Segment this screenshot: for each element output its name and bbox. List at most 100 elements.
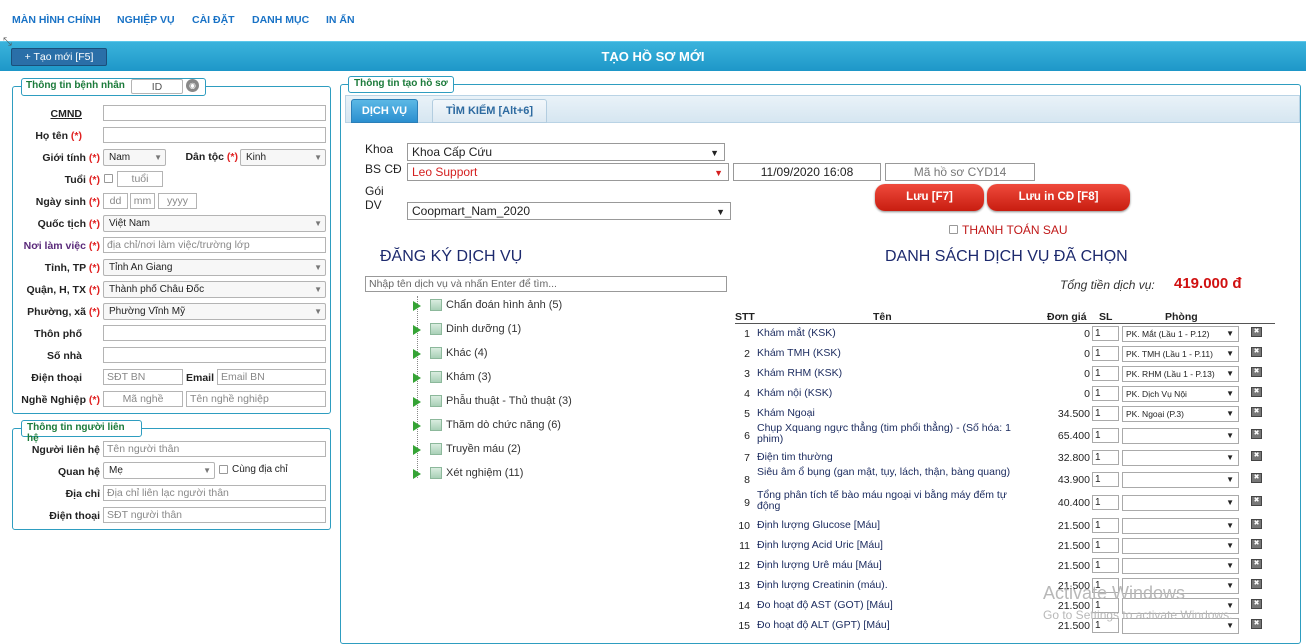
table-row: 2 Khám TMH (KSK) 0 1 PK. TMH (Lầu 1 - P.11) ▼… [735, 346, 1270, 368]
occupation-code-input[interactable]: Mã nghề [103, 391, 183, 407]
row-qty-input[interactable]: 1 [1092, 472, 1119, 487]
row-room-select[interactable]: ▼ [1122, 518, 1239, 534]
delete-icon[interactable]: ✖ [1251, 599, 1262, 609]
row-room-select[interactable]: ▼ [1122, 450, 1239, 466]
tab-services[interactable]: DỊCH VỤ [351, 99, 418, 123]
row-room-select[interactable]: ▼ [1122, 495, 1239, 511]
expand-icon[interactable] [413, 301, 421, 311]
menu-catalog[interactable]: DANH MỤC [252, 14, 309, 26]
hamlet-input[interactable] [103, 325, 326, 341]
delete-icon[interactable]: ✖ [1251, 367, 1262, 377]
contact-person-input[interactable]: Tên người thân [103, 441, 326, 457]
expand-icon[interactable] [413, 469, 421, 479]
row-room-select[interactable]: PK. RHM (Lầu 1 - P.13) ▼ [1122, 366, 1239, 382]
patient-id-field[interactable]: ID [131, 79, 183, 94]
workplace-input[interactable]: địa chỉ/nơi làm việc/trường lớp [103, 237, 326, 253]
expand-icon[interactable] [413, 445, 421, 455]
row-qty-input[interactable]: 1 [1092, 518, 1119, 533]
delete-icon[interactable]: ✖ [1251, 429, 1262, 439]
delete-icon[interactable]: ✖ [1251, 451, 1262, 461]
dob-month-input[interactable]: mm [130, 193, 155, 209]
delete-icon[interactable]: ✖ [1251, 496, 1262, 506]
expand-icon[interactable] [413, 373, 421, 383]
tab-search[interactable]: TÌM KIẾM [Alt+6] [432, 99, 547, 123]
row-qty-input[interactable]: 1 [1092, 558, 1119, 573]
row-qty-input[interactable]: 1 [1092, 538, 1119, 553]
delete-icon[interactable]: ✖ [1251, 619, 1262, 629]
email-input[interactable]: Email BN [217, 369, 326, 385]
row-room-select[interactable]: ▼ [1122, 428, 1239, 444]
row-room-select[interactable]: ▼ [1122, 558, 1239, 574]
delete-icon[interactable]: ✖ [1251, 559, 1262, 569]
row-qty-input[interactable]: 1 [1092, 428, 1119, 443]
contact-address-input[interactable]: Địa chỉ liên lạc người thân [103, 485, 326, 501]
nationality-label: Quốc tịch (*) [14, 218, 100, 230]
delete-icon[interactable]: ✖ [1251, 519, 1262, 529]
department-select[interactable]: Khoa Cấp Cứu ▼ [407, 143, 725, 161]
pay-later-checkbox[interactable] [949, 225, 958, 234]
occupation-name-input[interactable]: Tên nghề nghiệp [186, 391, 326, 407]
row-qty-input[interactable]: 1 [1092, 406, 1119, 421]
save-print-button[interactable]: Lưu in CĐ [F8] [987, 184, 1130, 211]
row-room-select[interactable]: PK. Dịch Vụ Nội ▼ [1122, 386, 1239, 402]
doctor-label: BS CĐ [365, 162, 402, 176]
service-search-input[interactable]: Nhập tên dịch vụ và nhấn Enter để tìm... [365, 276, 727, 292]
save-button[interactable]: Lưu [F7] [875, 184, 984, 211]
required-mark: (*) [88, 306, 100, 318]
age-checkbox[interactable] [104, 174, 113, 183]
menu-main-screen[interactable]: MÀN HÌNH CHÍNH [12, 14, 101, 26]
row-qty-input[interactable]: 1 [1092, 495, 1119, 510]
folder-icon [430, 323, 442, 335]
province-select[interactable]: Tỉnh An Giang ▼ [103, 259, 326, 276]
ethnicity-select[interactable]: Kinh ▼ [240, 149, 326, 166]
dob-day-input[interactable]: dd [103, 193, 128, 209]
delete-icon[interactable]: ✖ [1251, 473, 1262, 483]
ward-select[interactable]: Phường Vĩnh Mỹ ▼ [103, 303, 326, 320]
expand-icon[interactable] [413, 421, 421, 431]
datetime-field[interactable]: 11/09/2020 16:08 [733, 163, 881, 181]
menu-settings[interactable]: CÀI ĐẶT [192, 14, 235, 26]
row-qty-input[interactable]: 1 [1092, 366, 1119, 381]
row-qty-input[interactable]: 1 [1092, 386, 1119, 401]
contact-person-label: Người liên hệ [31, 444, 100, 456]
menu-business[interactable]: NGHIỆP VỤ [117, 14, 175, 26]
new-record-button[interactable]: + Tạo mới [F5] [11, 48, 107, 66]
house-number-input[interactable] [103, 347, 326, 363]
gender-select[interactable]: Nam ▼ [103, 149, 166, 166]
dob-year-input[interactable]: yyyy [158, 193, 197, 209]
row-qty-input[interactable]: 1 [1092, 346, 1119, 361]
camera-icon[interactable]: ◉ [186, 79, 199, 92]
record-code-field[interactable]: Mã hồ sơ CYD14 [885, 163, 1035, 181]
row-room-select[interactable]: PK. TMH (Lầu 1 - P.11) ▼ [1122, 346, 1239, 362]
delete-icon[interactable]: ✖ [1251, 579, 1262, 589]
expand-icon[interactable] [413, 325, 421, 335]
same-address-checkbox[interactable] [219, 465, 228, 474]
delete-icon[interactable]: ✖ [1251, 539, 1262, 549]
row-room-select[interactable]: ▼ [1122, 538, 1239, 554]
pin-icon[interactable]: ⤡ [3, 36, 15, 48]
age-input[interactable]: tuổi [117, 171, 163, 187]
delete-icon[interactable]: ✖ [1251, 407, 1262, 417]
package-select[interactable]: Coopmart_Nam_2020 ▼ [407, 202, 731, 220]
delete-icon[interactable]: ✖ [1251, 327, 1262, 337]
row-qty-input[interactable]: 1 [1092, 326, 1119, 341]
name-input[interactable] [103, 127, 326, 143]
contact-phone-input[interactable]: SĐT người thân [103, 507, 326, 523]
relation-select[interactable]: Mẹ ▼ [103, 462, 215, 479]
row-room-select[interactable]: ▼ [1122, 472, 1239, 488]
delete-icon[interactable]: ✖ [1251, 387, 1262, 397]
phone-input[interactable]: SĐT BN [103, 369, 183, 385]
nationality-select[interactable]: Việt Nam ▼ [103, 215, 326, 232]
doctor-select[interactable]: Leo Support ▼ [407, 163, 729, 181]
expand-icon[interactable] [413, 397, 421, 407]
district-select[interactable]: Thành phố Châu Đốc ▼ [103, 281, 326, 298]
row-room-select[interactable]: PK. Ngoại (P.3) ▼ [1122, 406, 1239, 422]
package-value: Coopmart_Nam_2020 [412, 204, 531, 218]
chevron-down-icon: ▼ [1226, 581, 1234, 590]
expand-icon[interactable] [413, 349, 421, 359]
delete-icon[interactable]: ✖ [1251, 347, 1262, 357]
menu-print[interactable]: IN ẤN [326, 14, 355, 26]
row-qty-input[interactable]: 1 [1092, 450, 1119, 465]
cmnd-input[interactable] [103, 105, 326, 121]
row-room-select[interactable]: PK. Mắt (Lầu 1 - P.12) ▼ [1122, 326, 1239, 342]
